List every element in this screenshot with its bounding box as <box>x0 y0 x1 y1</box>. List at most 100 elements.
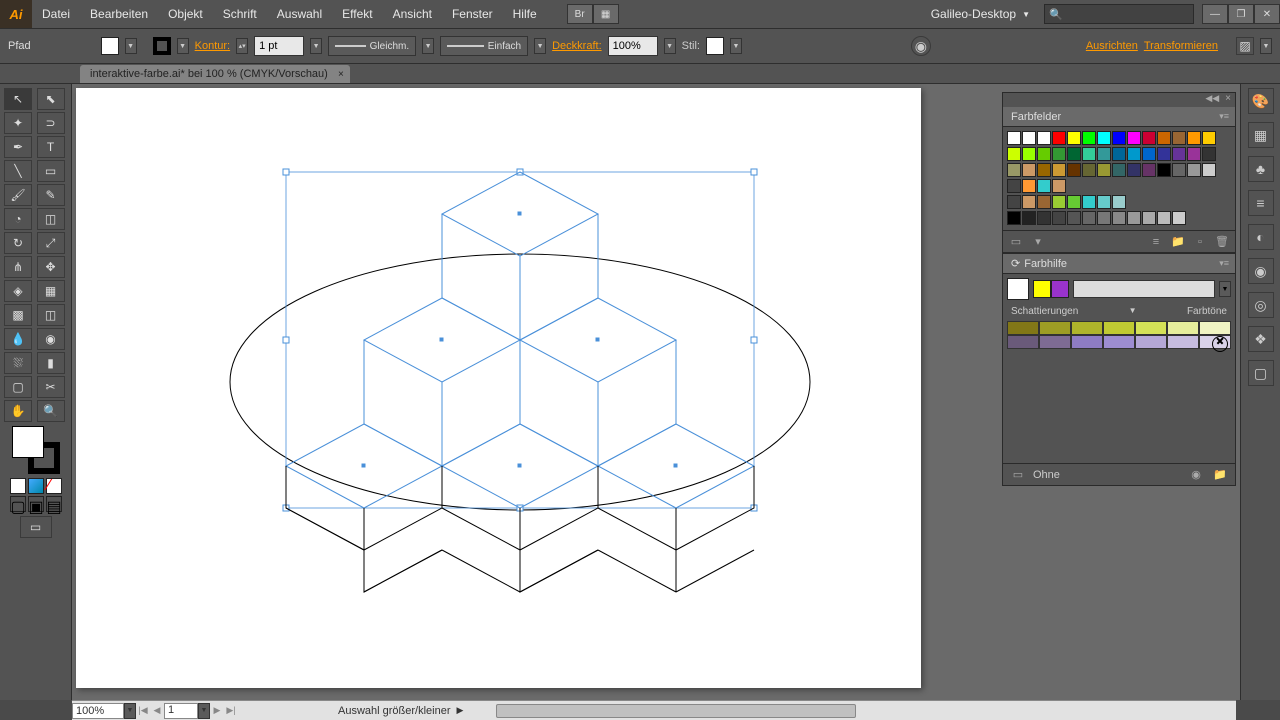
shade-swatch[interactable] <box>1071 321 1103 335</box>
swatch[interactable] <box>1097 211 1111 225</box>
shade-swatch[interactable] <box>1039 335 1071 349</box>
menu-effekt[interactable]: Effekt <box>332 0 382 28</box>
menu-hilfe[interactable]: Hilfe <box>503 0 547 28</box>
swatch[interactable] <box>1142 211 1156 225</box>
opacity-dropdown[interactable]: ▼ <box>664 38 676 54</box>
swatch[interactable] <box>1082 131 1096 145</box>
horizontal-scrollbar[interactable] <box>496 704 856 718</box>
swatch[interactable] <box>1172 163 1186 177</box>
align-link[interactable]: Ausrichten <box>1086 40 1138 52</box>
color-mode-solid[interactable] <box>10 478 26 494</box>
swatch[interactable] <box>1187 147 1201 161</box>
swatch[interactable] <box>1052 147 1066 161</box>
screen-mode-normal[interactable]: ▢ <box>10 496 26 512</box>
transparency-panel-icon[interactable]: ◉ <box>1248 258 1274 284</box>
swatch[interactable] <box>1127 131 1141 145</box>
shade-swatch[interactable] <box>1199 321 1231 335</box>
color-mode-none[interactable]: ⁄ <box>46 478 62 494</box>
selection-tool[interactable]: ↖ <box>4 88 32 110</box>
change-screen-mode[interactable]: ▭ <box>20 516 52 538</box>
symbols-panel-icon[interactable]: ♣ <box>1248 156 1274 182</box>
shade-swatch[interactable] <box>1039 321 1071 335</box>
graph-tool[interactable]: ▮ <box>37 352 65 374</box>
swatch[interactable] <box>1007 131 1021 145</box>
paintbrush-tool[interactable]: 🖌 <box>4 184 32 206</box>
panel-menu-icon[interactable]: ▾≡ <box>1219 258 1229 269</box>
close-button[interactable]: ✕ <box>1254 4 1280 24</box>
fill-stroke-control[interactable] <box>12 426 60 474</box>
workspace-selector[interactable]: Galileo-Desktop ▼ <box>917 7 1044 21</box>
swatch[interactable] <box>1037 211 1051 225</box>
swatch[interactable] <box>1202 147 1216 161</box>
limit-color-group-icon[interactable]: ◉ <box>1187 467 1205 483</box>
shade-swatch[interactable] <box>1007 321 1039 335</box>
swatch-library-icon[interactable]: ▭ <box>1007 234 1025 250</box>
color-mode-gradient[interactable] <box>28 478 44 494</box>
panel-collapse-icon[interactable]: ◀◀ <box>1205 93 1219 107</box>
document-tab[interactable]: interaktive-farbe.ai* bei 100 % (CMYK/Vo… <box>80 65 350 83</box>
swatch[interactable] <box>1037 163 1051 177</box>
swatch[interactable] <box>1067 163 1081 177</box>
swatch[interactable] <box>1082 163 1096 177</box>
swatch[interactable] <box>1112 147 1126 161</box>
swatch[interactable] <box>1172 147 1186 161</box>
arrange-docs-icon[interactable]: ▦ <box>593 4 619 24</box>
swatch[interactable] <box>1097 163 1111 177</box>
swatch[interactable] <box>1112 195 1126 209</box>
swatch[interactable] <box>1082 147 1096 161</box>
fill-dropdown[interactable]: ▼ <box>125 38 137 54</box>
swatch[interactable] <box>1037 179 1051 193</box>
swatch-folder-icon[interactable] <box>1007 179 1021 193</box>
minimize-button[interactable]: — <box>1202 4 1228 24</box>
recolor-icon[interactable]: ◉ <box>911 36 931 56</box>
save-color-group-icon[interactable]: 📁 <box>1211 467 1229 483</box>
width-tool[interactable]: ⋔ <box>4 256 32 278</box>
magic-wand-tool[interactable]: ✦ <box>4 112 32 134</box>
zoom-dropdown[interactable]: ▼ <box>124 703 136 719</box>
stroke-stepper[interactable]: ▴▾ <box>236 38 248 54</box>
new-swatch-icon[interactable]: ▫ <box>1191 234 1209 250</box>
slice-tool[interactable]: ✂ <box>37 376 65 398</box>
layers-panel-icon[interactable]: ❖ <box>1248 326 1274 352</box>
harmony-select[interactable] <box>1073 280 1215 298</box>
search-input[interactable]: 🔍 <box>1044 4 1194 24</box>
mesh-tool[interactable]: ▩ <box>4 304 32 326</box>
tab-close-icon[interactable]: × <box>338 69 344 80</box>
color-panel-icon[interactable]: 🎨 <box>1248 88 1274 114</box>
pen-tool[interactable]: ✒ <box>4 136 32 158</box>
farbfelder-tab[interactable]: Farbfelder ▾≡ <box>1003 107 1235 127</box>
swatch[interactable] <box>1067 211 1081 225</box>
isolate-icon[interactable]: ▨ <box>1236 37 1254 55</box>
swatch[interactable] <box>1157 163 1171 177</box>
swatch[interactable] <box>1157 211 1171 225</box>
style-dropdown[interactable]: ▼ <box>534 38 546 54</box>
swatch[interactable] <box>1202 163 1216 177</box>
perspective-tool[interactable]: ▦ <box>37 280 65 302</box>
eyedropper-tool[interactable]: 💧 <box>4 328 32 350</box>
swatch-menu-icon[interactable]: ▾ <box>1029 234 1047 250</box>
swatch[interactable] <box>1082 195 1096 209</box>
artboard-tool[interactable]: ▢ <box>4 376 32 398</box>
guide-color[interactable] <box>1051 280 1069 298</box>
zoom-tool[interactable]: 🔍 <box>37 400 65 422</box>
swatch[interactable] <box>1157 147 1171 161</box>
next-page-icon[interactable]: ▶ <box>210 703 224 719</box>
panel-close-icon[interactable]: × <box>1225 93 1231 107</box>
artboards-panel-icon[interactable]: ▢ <box>1248 360 1274 386</box>
graphic-style-swatch[interactable] <box>706 37 724 55</box>
swatch[interactable] <box>1127 163 1141 177</box>
farbhilfe-tab[interactable]: ⟳ Farbhilfe ▾≡ <box>1003 254 1235 274</box>
shade-swatch[interactable] <box>1135 321 1167 335</box>
swatch[interactable] <box>1097 195 1111 209</box>
shade-swatch[interactable] <box>1167 335 1199 349</box>
swatch[interactable] <box>1022 179 1036 193</box>
shade-swatch[interactable] <box>1167 321 1199 335</box>
gradient-tool[interactable]: ◫ <box>37 304 65 326</box>
isolate-dropdown[interactable]: ▼ <box>1260 38 1272 54</box>
screen-mode-full[interactable]: ▣ <box>28 496 44 512</box>
stroke-weight-input[interactable]: 1 pt <box>254 36 304 56</box>
swatch[interactable] <box>1142 131 1156 145</box>
line-tool[interactable]: ╲ <box>4 160 32 182</box>
swatch[interactable] <box>1037 195 1051 209</box>
page-dropdown[interactable]: ▼ <box>198 703 210 719</box>
